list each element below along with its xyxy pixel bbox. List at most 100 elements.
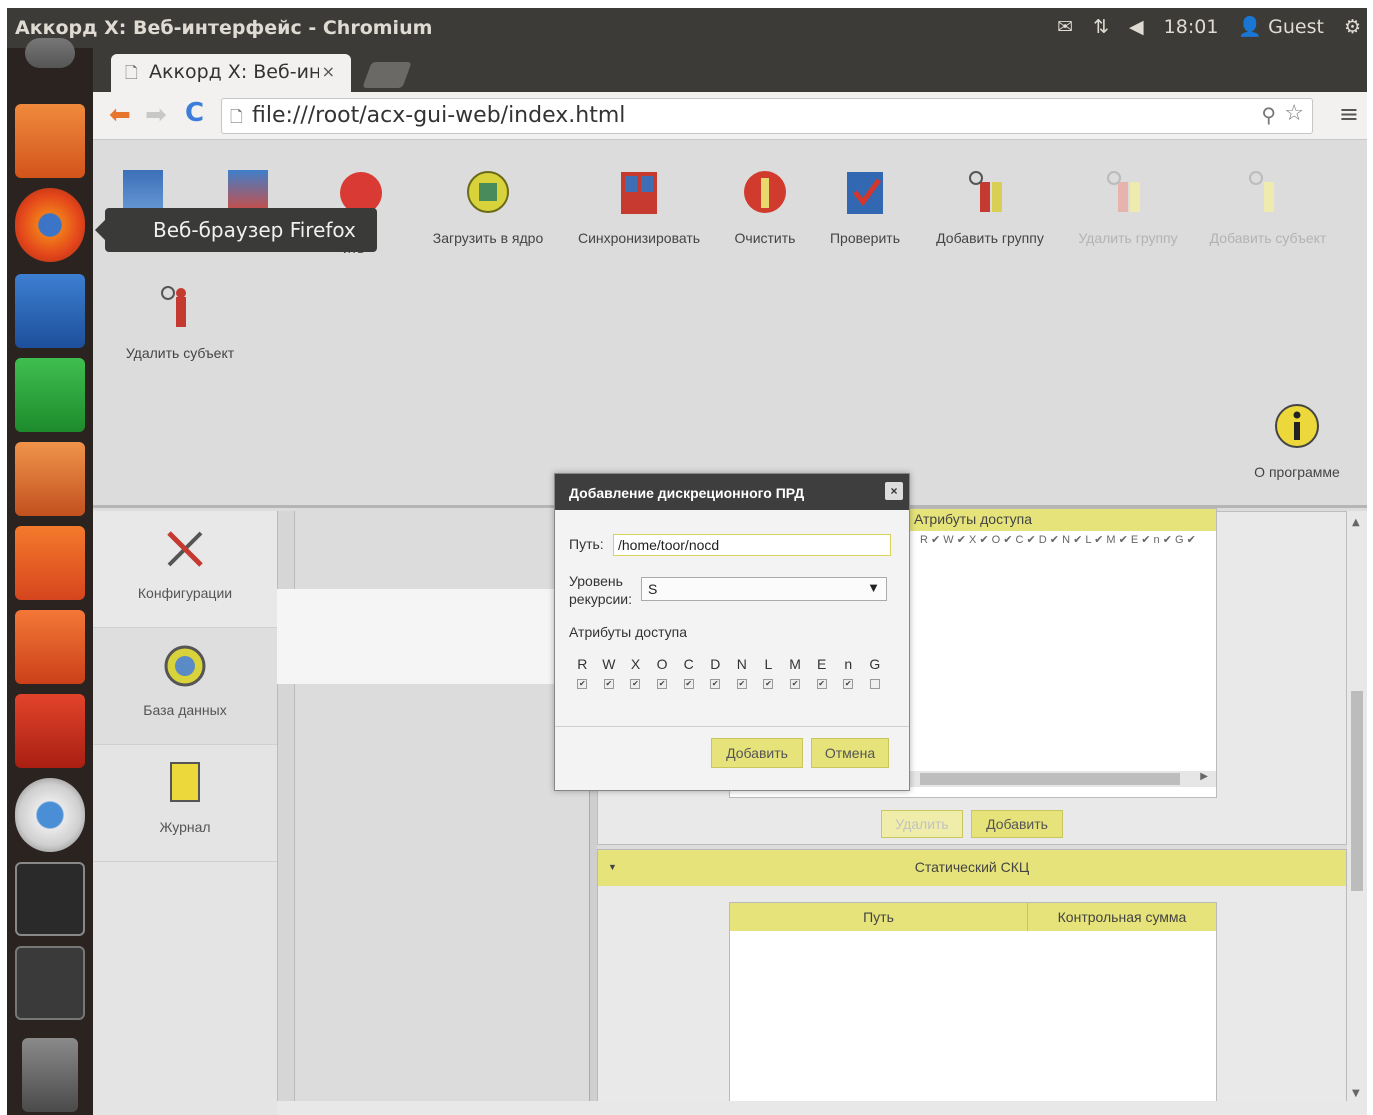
- search-icon[interactable]: ⚲: [1261, 103, 1276, 127]
- reload-icon[interactable]: C: [185, 98, 204, 128]
- attribute-checkbox[interactable]: ✔: [683, 679, 694, 689]
- sync-label: Синхронизировать: [577, 230, 701, 246]
- back-icon[interactable]: ⬅: [109, 100, 131, 130]
- column-path[interactable]: Путь: [730, 903, 1028, 931]
- tab-close-icon[interactable]: ×: [322, 62, 335, 81]
- verify-label: Проверить: [829, 230, 900, 246]
- collapse-icon[interactable]: ▼: [608, 850, 617, 884]
- attribute-checkbox[interactable]: ✔: [710, 679, 721, 689]
- attribute-flag: R ✔: [569, 656, 596, 689]
- attribute-flag-label: R: [577, 656, 588, 672]
- chevron-down-icon: ▼: [867, 580, 880, 595]
- settings-icon[interactable]: [15, 694, 85, 768]
- tab-title: Аккорд X: Веб-интерф: [149, 61, 319, 83]
- attributes-label: Атрибуты доступа: [569, 624, 688, 640]
- vertical-scrollbar[interactable]: ▲ ▼: [1347, 511, 1367, 1115]
- attribute-checkbox[interactable]: [869, 679, 880, 689]
- mail-icon[interactable]: ✉: [1057, 16, 1073, 38]
- address-bar[interactable]: 🗋 file:///root/acx-gui-web/index.html ⚲ …: [221, 98, 1313, 134]
- horizontal-scrollbar[interactable]: [277, 1101, 1347, 1115]
- forward-icon[interactable]: ➡: [145, 100, 167, 130]
- path-input[interactable]: /home/toor/nocd: [613, 534, 891, 556]
- dialog-add-button[interactable]: Добавить: [711, 738, 803, 768]
- browser-toolbar: ⬅ ➡ C 🗋 file:///root/acx-gui-web/index.h…: [93, 92, 1367, 140]
- nav-item-label: Журнал: [159, 819, 211, 835]
- menu-icon[interactable]: ≡: [1339, 100, 1359, 128]
- attribute-checkbox[interactable]: ✔: [657, 679, 668, 689]
- ubuntu-logo-icon[interactable]: [25, 38, 75, 68]
- attribute-checkbox[interactable]: ✔: [577, 679, 588, 689]
- ubuntu-one-icon[interactable]: [15, 610, 85, 684]
- user-menu[interactable]: 👤 Guest: [1238, 15, 1324, 38]
- volume-icon[interactable]: ◀: [1129, 16, 1144, 38]
- acl-add-button[interactable]: Добавить: [971, 810, 1063, 838]
- clear-label: Очистить: [734, 230, 796, 246]
- nav-item-configurations[interactable]: Конфигурации: [93, 511, 277, 628]
- attribute-checkbox[interactable]: ✔: [763, 679, 774, 689]
- attribute-flag-label: n: [844, 656, 853, 672]
- skc-table-header: Путь Контрольная сумма: [730, 903, 1216, 931]
- attribute-checkbox[interactable]: ✔: [816, 679, 827, 689]
- dialog-divider: [555, 726, 909, 727]
- attribute-flag: X ✔: [622, 656, 649, 689]
- delete-group-button[interactable]: Удалить группу: [1053, 168, 1203, 246]
- recursion-label-2: рекурсии:: [569, 591, 633, 607]
- system-top-bar: Аккорд X: Веб-интерфейс - Chromium ✉ ⇅ ◀…: [7, 8, 1367, 48]
- workspace-switcher-icon[interactable]: [15, 946, 85, 1020]
- trash-icon[interactable]: [22, 1038, 78, 1112]
- attribute-flag-label: L: [764, 656, 773, 672]
- attribute-checkbox[interactable]: ✔: [736, 679, 747, 689]
- clock[interactable]: 18:01: [1164, 16, 1219, 38]
- impress-icon[interactable]: [15, 442, 85, 516]
- about-button[interactable]: О программе: [1232, 402, 1362, 480]
- network-icon[interactable]: ⇅: [1093, 16, 1109, 38]
- nav-item-database[interactable]: База данных: [93, 628, 277, 745]
- add-group-icon: [966, 168, 1014, 216]
- delete-subject-button[interactable]: Удалить субъект: [105, 283, 255, 361]
- scroll-down-icon[interactable]: ▼: [1352, 1088, 1360, 1099]
- close-icon[interactable]: ×: [885, 482, 903, 500]
- firefox-icon[interactable]: [15, 188, 85, 262]
- attribute-flag-label: E: [816, 656, 827, 672]
- load-kernel-button[interactable]: Загрузить в ядро: [413, 168, 563, 246]
- writer-icon[interactable]: [15, 274, 85, 348]
- attribute-checkbox[interactable]: ✔: [790, 679, 801, 689]
- url-text: file:///root/acx-gui-web/index.html: [252, 103, 626, 128]
- user-icon: 👤: [1238, 16, 1263, 38]
- attribute-flag-label: G: [869, 656, 881, 672]
- acl-attr-row[interactable]: R ✔ W ✔ X ✔ O ✔ C ✔ D ✔ N ✔ L ✔ M ✔ E ✔ …: [920, 533, 1196, 546]
- dialog-cancel-button[interactable]: Отмена: [811, 738, 889, 768]
- column-checksum[interactable]: Контрольная сумма: [1028, 903, 1216, 931]
- skc-header[interactable]: ▼ Статический СКЦ: [598, 850, 1346, 886]
- attribute-flag-label: O: [656, 656, 668, 672]
- attribute-checkbox[interactable]: ✔: [630, 679, 641, 689]
- attribute-checkbox[interactable]: ✔: [603, 679, 614, 689]
- acl-delete-button[interactable]: Удалить: [881, 810, 963, 838]
- path-label: Путь:: [569, 536, 604, 552]
- browser-tab[interactable]: 🗋 Аккорд X: Веб-интерф ×: [111, 54, 351, 92]
- scroll-right-icon[interactable]: ▶: [1200, 771, 1208, 782]
- chromium-icon[interactable]: [15, 778, 85, 852]
- ribbon-toolbar: ить Загрузить в ядро Синхронизировать Оч…: [93, 140, 1367, 508]
- scroll-up-icon[interactable]: ▲: [1352, 517, 1360, 528]
- info-icon: [1273, 402, 1321, 450]
- attribute-flag-label: W: [602, 656, 616, 672]
- add-subject-button[interactable]: Добавить субъект: [1193, 168, 1343, 246]
- attribute-checkbox[interactable]: ✔: [843, 679, 854, 689]
- attribute-flag: D ✔: [702, 656, 729, 689]
- add-group-button[interactable]: Добавить группу: [915, 168, 1065, 246]
- nav-item-journal[interactable]: Журнал: [93, 745, 277, 862]
- files-icon[interactable]: [15, 104, 85, 178]
- gear-icon[interactable]: ⚙: [1344, 16, 1361, 38]
- scroll-thumb[interactable]: [920, 773, 1180, 785]
- new-tab-button[interactable]: [362, 62, 412, 88]
- terminal-icon[interactable]: [15, 862, 85, 936]
- tab-strip: 🗋 Аккорд X: Веб-интерф ×: [93, 48, 1367, 92]
- scroll-thumb[interactable]: [1351, 691, 1363, 891]
- calc-icon[interactable]: [15, 358, 85, 432]
- software-center-icon[interactable]: [15, 526, 85, 600]
- attribute-flag: n ✔: [835, 656, 862, 689]
- recursion-select[interactable]: S ▼: [641, 577, 887, 601]
- bookmark-star-icon[interactable]: ☆: [1284, 101, 1304, 126]
- page-icon: 🗋: [125, 63, 138, 82]
